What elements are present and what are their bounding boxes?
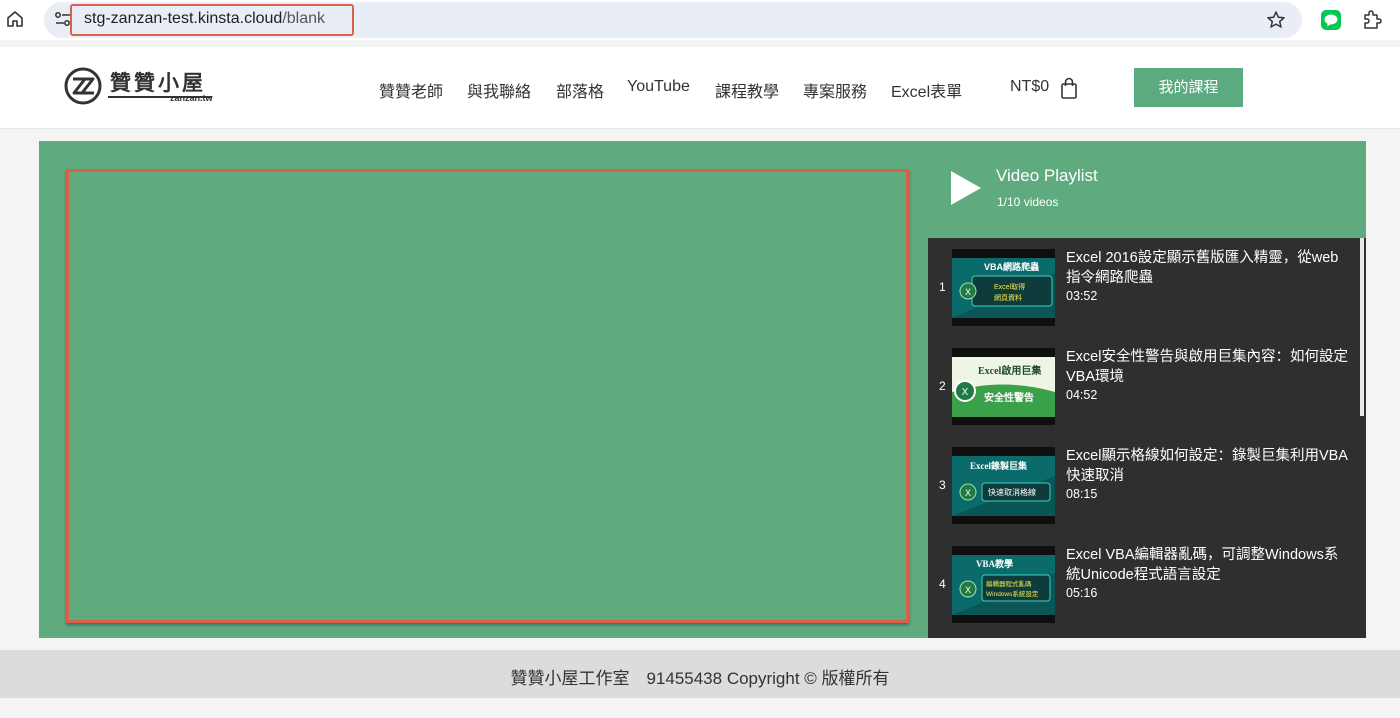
footer-copyright: 贊贊小屋工作室 91455438 Copyright © 版權所有 [510,669,890,688]
video-player-area[interactable] [66,169,909,623]
line-extension-icon[interactable] [1321,10,1341,30]
playlist-scrollbar[interactable] [1360,238,1364,416]
nav-services[interactable]: 專案服務 [803,78,867,102]
playlist-item-text: Excel 2016設定顯示舊版匯入精靈，從web指令網路爬蟲 03:52 [1066,248,1351,303]
playlist-item-duration: 03:52 [1066,289,1098,303]
play-icon[interactable] [949,169,983,207]
nav-blog[interactable]: 部落格 [556,78,604,102]
nav-excel-forms[interactable]: Excel表單 [891,78,962,102]
video-thumbnail[interactable]: X Excel錄製巨集 快速取消格線 [952,447,1055,524]
playlist-item-text: Excel VBA編輯器亂碼，可調整Windows系統Unicode程式語言設定… [1066,545,1351,600]
playlist-header: Video Playlist 1/10 videos [928,141,1366,238]
star-icon[interactable] [1266,10,1286,30]
thumb-text: 快速取消格線 [988,487,1036,497]
playlist-item-title: Excel安全性警告與啟用巨集內容：如何設定VBA環境 [1066,349,1348,385]
playlist-item[interactable]: 1 X VBA網路爬蟲 Excel取得 網頁資料 Excel 2016設定顯示舊… [928,238,1360,337]
site-header: 贊贊小屋 zanzan.tw 贊贊老師 與我聯絡 部落格 YouTube 課程教… [0,47,1400,129]
cart-total: NT$0 [1010,78,1050,95]
playlist-list[interactable]: 1 X VBA網路爬蟲 Excel取得 網頁資料 Excel 2016設定顯示舊… [928,238,1366,638]
thumb-text: VBA教學 [976,558,1013,569]
playlist-item-duration: 08:15 [1066,487,1098,501]
video-thumbnail[interactable]: X Excel啟用巨集 安全性警告 [952,348,1055,425]
playlist-item-title: Excel 2016設定顯示舊版匯入精靈，從web指令網路爬蟲 [1066,250,1339,286]
playlist-item-duration: 05:16 [1066,586,1098,600]
url-text[interactable]: stg-zanzan-test.kinsta.cloud/blank [84,10,325,28]
thumb-text: 網頁資料 [994,293,1022,302]
url-path: /blank [282,10,326,27]
svg-text:X: X [962,387,969,398]
browser-toolbar: stg-zanzan-test.kinsta.cloud/blank [0,0,1400,40]
video-gallery-section: Video Playlist 1/10 videos 1 X VBA網路爬蟲 E… [39,141,1366,638]
thumb-text: VBA網路爬蟲 [984,261,1039,272]
playlist-item-title: Excel VBA編輯器亂碼，可調整Windows系統Unicode程式語言設定 [1066,547,1339,583]
logo-subtitle: zanzan.tw [170,93,213,103]
playlist-item[interactable]: 4 X VBA教學 編輯器程式亂碼 Windows系統設定 Excel VBA編… [928,535,1360,634]
video-thumbnail[interactable]: X VBA網路爬蟲 Excel取得 網頁資料 [952,249,1055,326]
playlist-item-number: 4 [939,577,946,591]
svg-text:X: X [965,585,971,595]
thumb-text: Excel取得 [994,282,1025,291]
zz-logo-icon [64,67,102,105]
thumb-text: 編輯器程式亂碼 [986,579,1032,588]
thumb-text: 安全性警告 [984,391,1034,404]
playlist-item-duration: 04:52 [1066,388,1098,402]
playlist-item[interactable]: 3 X Excel錄製巨集 快速取消格線 Excel顯示格線如何設定：錄製巨集利… [928,436,1360,535]
site-footer: 贊贊小屋工作室 91455438 Copyright © 版權所有 [0,650,1400,698]
video-thumbnail[interactable]: X VBA教學 編輯器程式亂碼 Windows系統設定 [952,546,1055,623]
svg-text:X: X [965,287,971,297]
shopping-bag-icon[interactable] [1059,76,1079,100]
playlist-item-number: 1 [939,280,946,294]
nav-teacher[interactable]: 贊贊老師 [379,78,443,102]
nav-youtube[interactable]: YouTube [627,78,690,96]
playlist-item-text: Excel顯示格線如何設定：錄製巨集利用VBA快速取消 08:15 [1066,446,1351,501]
thumb-text: Windows系統設定 [986,589,1039,598]
nav-courses[interactable]: 課程教學 [715,78,779,102]
thumb-text: Excel錄製巨集 [970,460,1028,471]
playlist-item[interactable]: 2 X Excel啟用巨集 安全性警告 Excel安全性警告與啟用巨集內容：如何… [928,337,1360,436]
playlist-title: Video Playlist [996,166,1098,185]
url-host: stg-zanzan-test.kinsta.cloud [84,10,283,27]
nav-contact[interactable]: 與我聯絡 [467,78,531,102]
svg-text:X: X [965,488,971,498]
my-courses-button[interactable]: 我的課程 [1134,68,1243,107]
site-logo[interactable]: 贊贊小屋 zanzan.tw [64,67,224,109]
playlist-item-number: 3 [939,478,946,492]
playlist-count: 1/10 videos [997,195,1059,209]
playlist-item-number: 2 [939,379,946,393]
extensions-icon[interactable] [1362,9,1382,31]
home-icon[interactable] [6,10,24,28]
thumb-text: Excel啟用巨集 [978,364,1042,377]
playlist-item-text: Excel安全性警告與啟用巨集內容：如何設定VBA環境 04:52 [1066,347,1351,402]
playlist-item-title: Excel顯示格線如何設定：錄製巨集利用VBA快速取消 [1066,448,1348,484]
